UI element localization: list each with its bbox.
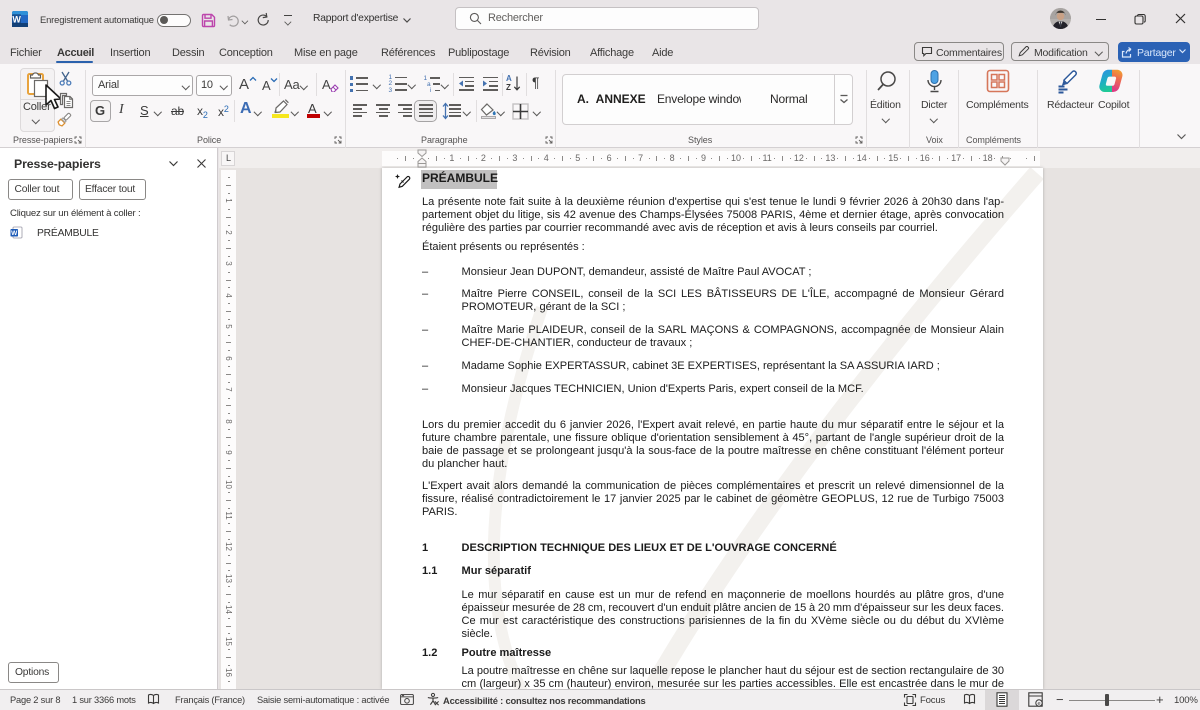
svg-text:e: e xyxy=(1037,701,1040,707)
svg-text:W: W xyxy=(12,15,21,25)
svg-text:W: W xyxy=(11,230,18,237)
